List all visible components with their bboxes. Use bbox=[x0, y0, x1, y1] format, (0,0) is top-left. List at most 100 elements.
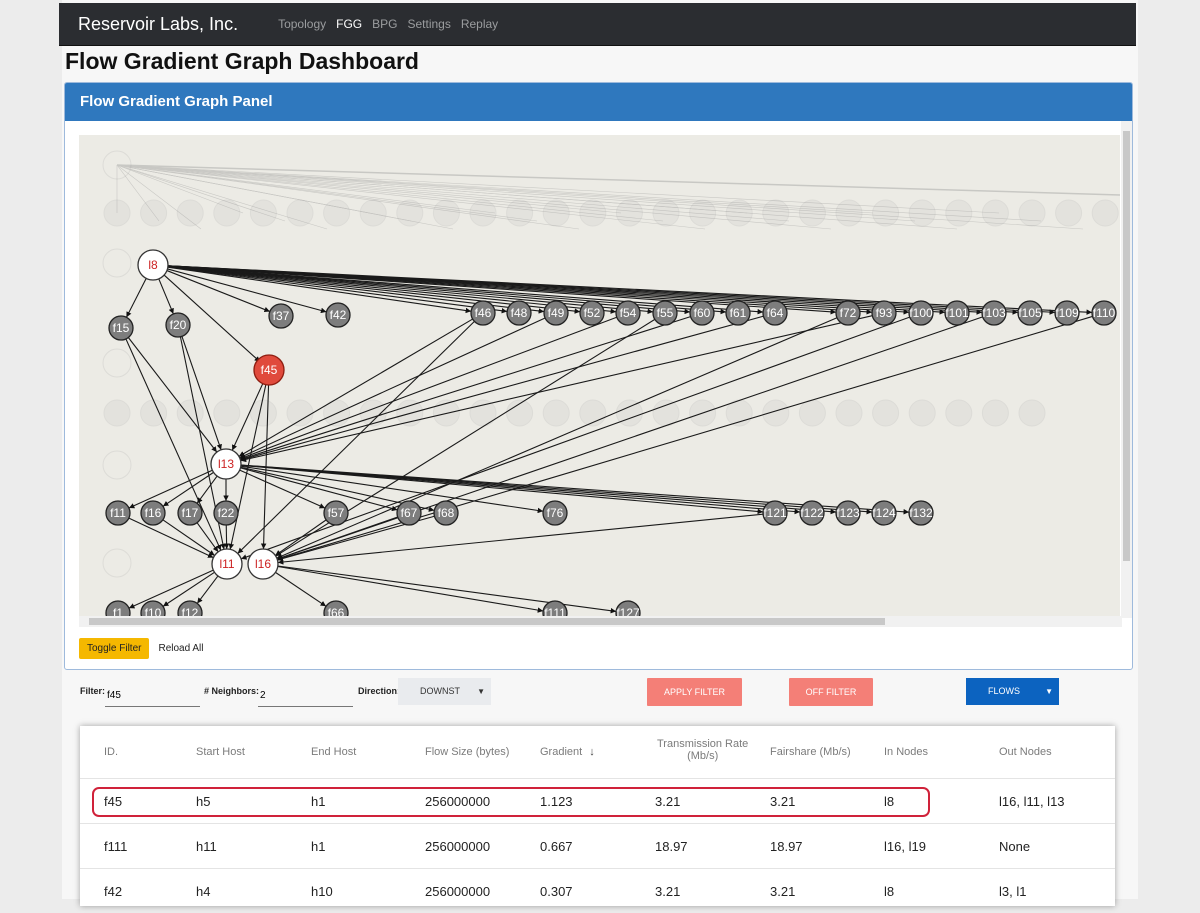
flow-node-f103[interactable]: f103 bbox=[982, 301, 1006, 325]
filter-input[interactable] bbox=[105, 679, 200, 707]
flow-node-f109[interactable]: f109 bbox=[1055, 301, 1079, 325]
cell-transmission-rate: 18.97 bbox=[655, 839, 688, 854]
header-out-nodes[interactable]: Out Nodes bbox=[999, 746, 1052, 758]
graph-edge bbox=[126, 339, 221, 550]
flow-node-f55[interactable]: f55 bbox=[653, 301, 677, 325]
node-label: f22 bbox=[218, 506, 235, 520]
flow-node-f20[interactable]: f20 bbox=[166, 313, 190, 337]
node-label: f105 bbox=[1018, 306, 1042, 320]
flow-gradient-graph[interactable]: l8 l13 l11l16 f15 f20 f37 f42 f46 f48 f49 f52 f54 f5… bbox=[79, 135, 1120, 616]
toggle-filter-button[interactable]: Toggle Filter bbox=[79, 638, 149, 659]
horizontal-scrollbar[interactable] bbox=[79, 616, 1122, 627]
brand-logo[interactable]: Reservoir Labs, Inc. bbox=[78, 14, 238, 35]
flow-node-f54[interactable]: f54 bbox=[616, 301, 640, 325]
flow-node-f49[interactable]: f49 bbox=[544, 301, 568, 325]
header-in-nodes[interactable]: In Nodes bbox=[884, 746, 928, 758]
node-label: f68 bbox=[438, 506, 455, 520]
flow-node-f123[interactable]: f123 bbox=[836, 501, 860, 525]
flow-node-f67[interactable]: f67 bbox=[397, 501, 421, 525]
flow-node-f64[interactable]: f64 bbox=[763, 301, 787, 325]
off-filter-button[interactable]: OFF FILTER bbox=[789, 678, 873, 706]
nav-replay[interactable]: Replay bbox=[461, 17, 498, 31]
flow-node-f76[interactable]: f76 bbox=[543, 501, 567, 525]
node-label: f109 bbox=[1055, 306, 1079, 320]
link-node-l13[interactable]: l13 bbox=[211, 449, 241, 479]
flow-node-f22[interactable]: f22 bbox=[214, 501, 238, 525]
vertical-scrollbar[interactable] bbox=[1121, 121, 1132, 618]
apply-filter-button[interactable]: APPLY FILTER bbox=[647, 678, 742, 706]
flow-node-f45[interactable]: f45 bbox=[254, 355, 284, 385]
flow-node-f124[interactable]: f124 bbox=[872, 501, 896, 525]
header-end-host[interactable]: End Host bbox=[311, 746, 356, 758]
neighbors-input[interactable] bbox=[258, 679, 353, 707]
header-transmission-rate-line2: (Mb/s) bbox=[687, 750, 718, 762]
flow-node-f15[interactable]: f15 bbox=[109, 316, 133, 340]
header-fairshare[interactable]: Fairshare (Mb/s) bbox=[770, 746, 851, 758]
flow-node-f61[interactable]: f61 bbox=[726, 301, 750, 325]
header-transmission-rate[interactable]: Transmission Rate (Mb/s) bbox=[657, 738, 748, 762]
flow-node-f100[interactable]: f100 bbox=[909, 301, 933, 325]
nav-bpg[interactable]: BPG bbox=[372, 17, 397, 31]
cell-flow-size: 256000000 bbox=[425, 839, 490, 854]
flow-node-f127[interactable]: f127 bbox=[616, 601, 640, 616]
flow-node-f122[interactable]: f122 bbox=[800, 501, 824, 525]
flow-node-f68[interactable]: f68 bbox=[434, 501, 458, 525]
flow-node-f46[interactable]: f46 bbox=[471, 301, 495, 325]
graph-edge bbox=[277, 316, 1092, 559]
graph-edge bbox=[159, 279, 174, 314]
horizontal-scroll-thumb[interactable] bbox=[89, 618, 885, 625]
flow-node-f52[interactable]: f52 bbox=[580, 301, 604, 325]
table-row[interactable]: f42 h4 h10 256000000 0.307 3.21 3.21 l8 … bbox=[80, 868, 1115, 913]
flow-node-f37[interactable]: f37 bbox=[269, 304, 293, 328]
flow-node-f101[interactable]: f101 bbox=[945, 301, 969, 325]
vertical-scroll-thumb[interactable] bbox=[1123, 131, 1130, 561]
sort-down-icon: ↓ bbox=[589, 746, 595, 758]
flow-node-f48[interactable]: f48 bbox=[507, 301, 531, 325]
flow-node-f12[interactable]: f12 bbox=[178, 601, 202, 616]
node-label: f11 bbox=[110, 506, 126, 520]
flows-select[interactable]: FLOWS ▼ bbox=[966, 678, 1059, 705]
link-node-l11[interactable]: l11 bbox=[212, 549, 242, 579]
header-flow-size[interactable]: Flow Size (bytes) bbox=[425, 746, 509, 758]
nav-topology[interactable]: Topology bbox=[278, 17, 326, 31]
header-id[interactable]: ID. bbox=[104, 746, 118, 758]
link-node-l16[interactable]: l16 bbox=[248, 549, 278, 579]
flow-node-f111[interactable]: f111 bbox=[543, 601, 567, 616]
flow-node-f66[interactable]: f66 bbox=[324, 601, 348, 616]
flow-node-f93[interactable]: f93 bbox=[872, 301, 896, 325]
flow-node-f17[interactable]: f17 bbox=[178, 501, 202, 525]
flow-node-f105[interactable]: f105 bbox=[1018, 301, 1042, 325]
flow-node-f10[interactable]: f10 bbox=[141, 601, 165, 616]
node-label: f20 bbox=[170, 318, 187, 332]
node-label: f64 bbox=[767, 306, 784, 320]
link-node-l8[interactable]: l8 bbox=[138, 250, 168, 280]
flow-node-f110[interactable]: f110 bbox=[1092, 301, 1116, 325]
flow-node-f72[interactable]: f72 bbox=[836, 301, 860, 325]
node-label: f54 bbox=[620, 306, 637, 320]
flow-node-f16[interactable]: f16 bbox=[141, 501, 165, 525]
flow-node-f121[interactable]: f121 bbox=[763, 501, 787, 525]
graph-edge bbox=[197, 576, 218, 603]
nav-fgg[interactable]: FGG bbox=[336, 17, 362, 31]
header-gradient[interactable]: Gradient ↓ bbox=[540, 746, 595, 758]
graph-canvas[interactable]: l8 l13 l11l16 f15 f20 f37 f42 f46 f48 f49 f52 f54 f5… bbox=[79, 135, 1120, 616]
flow-node-f57[interactable]: f57 bbox=[324, 501, 348, 525]
node-label: f127 bbox=[616, 606, 640, 616]
cell-in-nodes: l16, l19 bbox=[884, 839, 926, 854]
table-row[interactable]: f111 h11 h1 256000000 0.667 18.97 18.97 … bbox=[80, 823, 1115, 868]
flow-node-f11[interactable]: f11 bbox=[106, 501, 130, 525]
cell-gradient: 0.667 bbox=[540, 839, 573, 854]
flow-node-f60[interactable]: f60 bbox=[690, 301, 714, 325]
header-start-host[interactable]: Start Host bbox=[196, 746, 245, 758]
top-navbar: Reservoir Labs, Inc. Topology FGG BPG Se… bbox=[59, 3, 1136, 46]
node-label: f42 bbox=[330, 308, 347, 322]
node-label: l8 bbox=[148, 258, 158, 272]
flow-node-f42[interactable]: f42 bbox=[326, 303, 350, 327]
reload-all-button[interactable]: Reload All bbox=[158, 643, 203, 654]
direction-select[interactable]: DOWNST ▼ bbox=[398, 678, 491, 705]
flow-node-f1[interactable]: f1 bbox=[106, 601, 130, 616]
nav-settings[interactable]: Settings bbox=[407, 17, 450, 31]
node-label: f67 bbox=[401, 506, 418, 520]
node-label: f55 bbox=[657, 306, 674, 320]
flow-node-f132[interactable]: f132 bbox=[909, 501, 933, 525]
